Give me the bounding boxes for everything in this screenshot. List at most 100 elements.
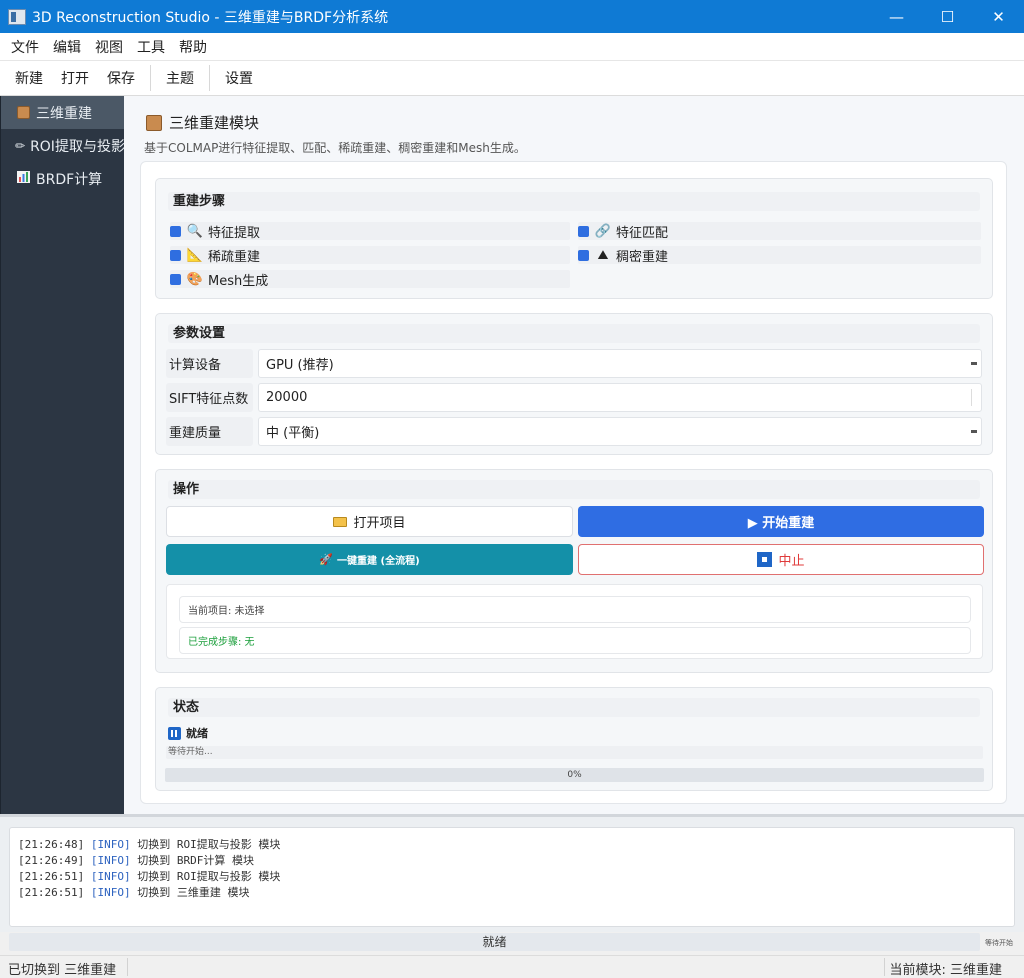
- dropdown-icon[interactable]: [971, 430, 977, 433]
- sidebar-item-roi[interactable]: ✏ ROI提取与投影: [1, 129, 125, 162]
- log-line: [21:26:51] [INFO] 切换到 三维重建 模块: [18, 884, 1006, 900]
- log-message: 切换到 BRDF计算 模块: [130, 854, 254, 867]
- log-level: [INFO]: [90, 870, 131, 883]
- maximize-button[interactable]: ☐: [922, 0, 973, 33]
- log-time: [21:26:49]: [18, 854, 91, 867]
- params-group-title: 参数设置: [168, 324, 980, 343]
- pencil-icon: ✏: [15, 138, 26, 153]
- step-checkbox[interactable]: [578, 249, 589, 261]
- progress-text: 0%: [567, 770, 582, 780]
- progress-bar: 0%: [165, 768, 984, 782]
- button-label: 打开项目: [353, 516, 406, 531]
- completed-steps-label: 已完成步骤: 无: [179, 627, 971, 654]
- save-button[interactable]: 保存: [98, 68, 144, 88]
- log-message: 切换到 ROI提取与投影 模块: [130, 838, 281, 851]
- status-state: 就绪: [186, 727, 208, 740]
- one-click-reconstruction-button[interactable]: 🚀 一键重建 (全流程): [166, 544, 573, 575]
- toolbar-separator: [150, 65, 151, 91]
- log-time: [21:26:48]: [18, 838, 91, 851]
- menu-file[interactable]: 文件: [4, 37, 46, 57]
- actions-group-title: 操作: [168, 480, 980, 499]
- menu-view[interactable]: 视图: [88, 37, 130, 57]
- step-label: 稀疏重建: [208, 249, 261, 265]
- step-feature-extraction[interactable]: 🔍 特征提取: [170, 222, 570, 241]
- sidebar-item-reconstruction[interactable]: 三维重建: [1, 96, 124, 129]
- toolbar: 新建 打开 保存 主题 设置: [0, 60, 1024, 96]
- sidebar-item-label: 三维重建: [36, 105, 92, 122]
- menu-bar: 文件 编辑 视图 工具 帮助: [0, 33, 1024, 60]
- stop-icon: [757, 552, 773, 567]
- step-label: 稠密重建: [616, 249, 669, 265]
- param-row-device: 计算设备 GPU (推荐): [166, 349, 982, 378]
- quality-select-value: 中 (平衡): [266, 426, 320, 441]
- device-select-value: GPU (推荐): [266, 358, 334, 373]
- status-bar-divider: [127, 958, 128, 976]
- step-checkbox[interactable]: [170, 225, 181, 237]
- status-bar-divider: [884, 958, 885, 976]
- log-output[interactable]: [21:26:48] [INFO] 切换到 ROI提取与投影 模块 [21:26:…: [9, 827, 1015, 927]
- bar-chart-icon: [15, 171, 31, 186]
- step-label: Mesh生成: [208, 273, 269, 289]
- menu-help[interactable]: 帮助: [172, 37, 214, 57]
- step-dense-reconstruction[interactable]: ⛰ 稠密重建: [578, 246, 981, 265]
- sidebar-item-brdf[interactable]: BRDF计算: [1, 162, 124, 195]
- menu-tools[interactable]: 工具: [130, 37, 172, 57]
- minimize-button[interactable]: —: [871, 0, 922, 33]
- mountain-icon: ⛰: [597, 247, 609, 263]
- page-title-text: 三维重建模块: [169, 114, 260, 132]
- spin-control[interactable]: [971, 389, 972, 406]
- actions-group: 操作 打开项目 ▶ 开始重建 🚀 一键重建 (全流程) 中止 当前项目: 未选择…: [155, 469, 993, 673]
- log-line: [21:26:48] [INFO] 切换到 ROI提取与投影 模块: [18, 836, 1006, 852]
- status-indicator: 就绪: [168, 725, 208, 741]
- log-level: [INFO]: [90, 886, 131, 899]
- bottom-progress-bar: 就绪: [9, 933, 980, 951]
- param-label: 计算设备: [166, 349, 253, 378]
- log-time: [21:26:51]: [18, 870, 91, 883]
- status-group-title: 状态: [168, 698, 980, 717]
- step-mesh-generation[interactable]: 🎨 Mesh生成: [170, 270, 570, 289]
- palette-icon: 🎨: [186, 271, 204, 287]
- new-button[interactable]: 新建: [6, 68, 52, 88]
- step-feature-matching[interactable]: 🔗 特征匹配: [578, 222, 981, 241]
- page-title: 三维重建模块: [146, 112, 259, 133]
- triangle-ruler-icon: 📐: [186, 247, 204, 263]
- log-time: [21:26:51]: [18, 886, 91, 899]
- button-label: ▶ 开始重建: [747, 516, 815, 531]
- log-line: [21:26:51] [INFO] 切换到 ROI提取与投影 模块: [18, 868, 1006, 884]
- steps-group: 重建步骤 🔍 特征提取 🔗 特征匹配 📐 稀疏重建 ⛰ 稠密重建 🎨 Mesh生…: [155, 178, 993, 299]
- step-checkbox[interactable]: [578, 225, 589, 237]
- content-panel: 重建步骤 🔍 特征提取 🔗 特征匹配 📐 稀疏重建 ⛰ 稠密重建 🎨 Mesh生…: [140, 161, 1007, 804]
- open-button[interactable]: 打开: [52, 68, 98, 88]
- open-project-button[interactable]: 打开项目: [166, 506, 573, 537]
- param-label: SIFT特征点数: [166, 383, 253, 412]
- window-title: 3D Reconstruction Studio - 三维重建与BRDF分析系统: [32, 9, 389, 26]
- start-reconstruction-button[interactable]: ▶ 开始重建: [578, 506, 984, 537]
- dropdown-icon[interactable]: [971, 362, 977, 365]
- log-message: 切换到 三维重建 模块: [130, 886, 250, 899]
- sidebar-item-label: ROI提取与投影: [30, 138, 125, 155]
- button-label: 一键重建 (全流程): [337, 556, 420, 567]
- theme-button[interactable]: 主题: [157, 68, 203, 88]
- sift-count-spinbox[interactable]: 20000: [258, 383, 982, 412]
- main-area: 三维重建模块 基于COLMAP进行特征提取、匹配、稀疏重建、稠密重建和Mesh生…: [124, 96, 1024, 814]
- step-sparse-reconstruction[interactable]: 📐 稀疏重建: [170, 246, 570, 265]
- project-info-area: 当前项目: 未选择 已完成步骤: 无: [166, 584, 983, 659]
- window-controls: — ☐ ✕: [871, 0, 1024, 33]
- current-project-label: 当前项目: 未选择: [179, 596, 971, 623]
- stop-button[interactable]: 中止: [578, 544, 984, 575]
- folder-icon: [333, 516, 348, 527]
- button-label: 中止: [778, 554, 805, 569]
- page-description: 基于COLMAP进行特征提取、匹配、稀疏重建、稠密重建和Mesh生成。: [144, 141, 526, 155]
- step-checkbox[interactable]: [170, 273, 181, 285]
- param-row-sift: SIFT特征点数 20000: [166, 383, 982, 412]
- log-message: 切换到 ROI提取与投影 模块: [130, 870, 281, 883]
- close-button[interactable]: ✕: [973, 0, 1024, 33]
- steps-group-title: 重建步骤: [168, 192, 980, 211]
- log-level: [INFO]: [90, 854, 131, 867]
- device-select[interactable]: GPU (推荐): [258, 349, 982, 378]
- cube-icon: [15, 105, 31, 120]
- menu-edit[interactable]: 编辑: [46, 37, 88, 57]
- step-checkbox[interactable]: [170, 249, 181, 261]
- quality-select[interactable]: 中 (平衡): [258, 417, 982, 446]
- settings-button[interactable]: 设置: [216, 68, 262, 88]
